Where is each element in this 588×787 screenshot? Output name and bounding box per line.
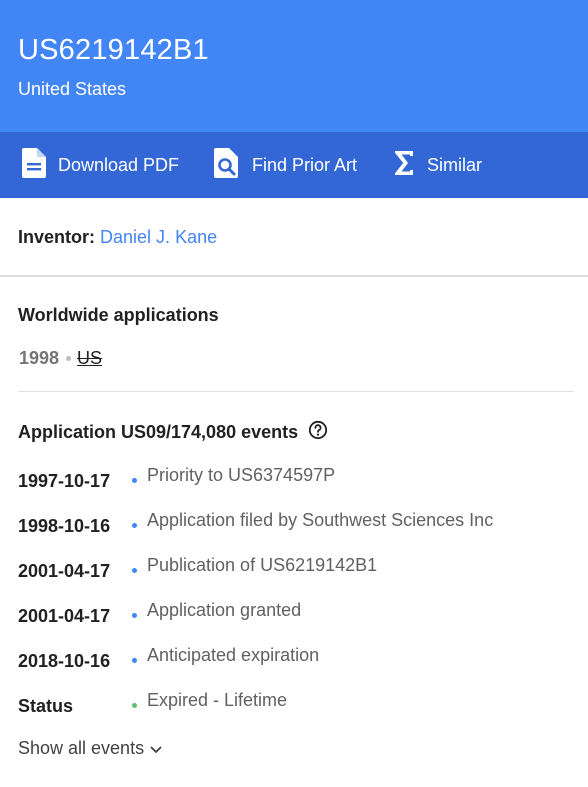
event-description: Anticipated expiration [147, 645, 320, 665]
search-document-icon [214, 147, 240, 183]
event-description: Application granted [147, 600, 302, 620]
download-pdf-button[interactable]: Download PDF [22, 132, 179, 198]
inventor-row: Inventor: Daniel J. Kane [18, 227, 217, 248]
patent-country: United States [18, 79, 127, 99]
inventor-link[interactable]: Daniel J. Kane [100, 227, 217, 247]
status-value: Expired - Lifetime [147, 690, 288, 710]
event-bullet [132, 613, 137, 618]
status-label: Status [18, 696, 74, 716]
event-date: 2001-04-17 [18, 561, 111, 581]
action-toolbar: Download PDF Find Prior Art Similar [0, 132, 588, 198]
section-divider [0, 275, 588, 277]
event-date: 1997-10-17 [18, 471, 111, 491]
worldwide-applications-title: Worldwide applications [18, 305, 219, 325]
chevron-down-icon [150, 738, 162, 759]
similar-button[interactable]: Similar [393, 132, 482, 198]
event-date: 2018-10-16 [18, 651, 111, 671]
inner-divider [18, 391, 574, 392]
events-title: Application US09/174,080 events [18, 422, 299, 442]
separator-dot [66, 356, 72, 361]
event-description: Application filed by Southwest Sciences … [147, 510, 494, 530]
event-bullet [132, 523, 137, 528]
similar-label: Similar [427, 154, 483, 175]
event-date: 2001-04-17 [18, 606, 111, 626]
patent-header: US6219142B1 United States [0, 0, 588, 132]
show-all-events-button[interactable]: Show all events [18, 738, 162, 759]
inventor-label: Inventor: [18, 227, 96, 247]
status-bullet [132, 703, 137, 708]
events-title-row: Application US09/174,080 events [18, 420, 328, 445]
event-date: 1998-10-16 [18, 516, 111, 536]
worldwide-application-row: 1998 US [19, 348, 102, 369]
find-prior-art-label: Find Prior Art [252, 154, 358, 175]
event-bullet [132, 658, 137, 663]
download-pdf-label: Download PDF [58, 154, 180, 175]
application-year: 1998 [19, 348, 60, 368]
pdf-file-icon [22, 147, 46, 183]
sigma-icon [393, 150, 415, 181]
publication-number: US6219142B1 [18, 34, 209, 66]
event-bullet [132, 478, 137, 483]
event-description: Publication of US6219142B1 [147, 555, 378, 575]
event-bullet [132, 568, 137, 573]
help-icon[interactable] [308, 420, 328, 445]
show-all-events-label: Show all events [18, 738, 145, 758]
event-description: Priority to US6374597P [147, 465, 336, 485]
find-prior-art-button[interactable]: Find Prior Art [214, 132, 357, 198]
application-country-link[interactable]: US [77, 348, 102, 369]
